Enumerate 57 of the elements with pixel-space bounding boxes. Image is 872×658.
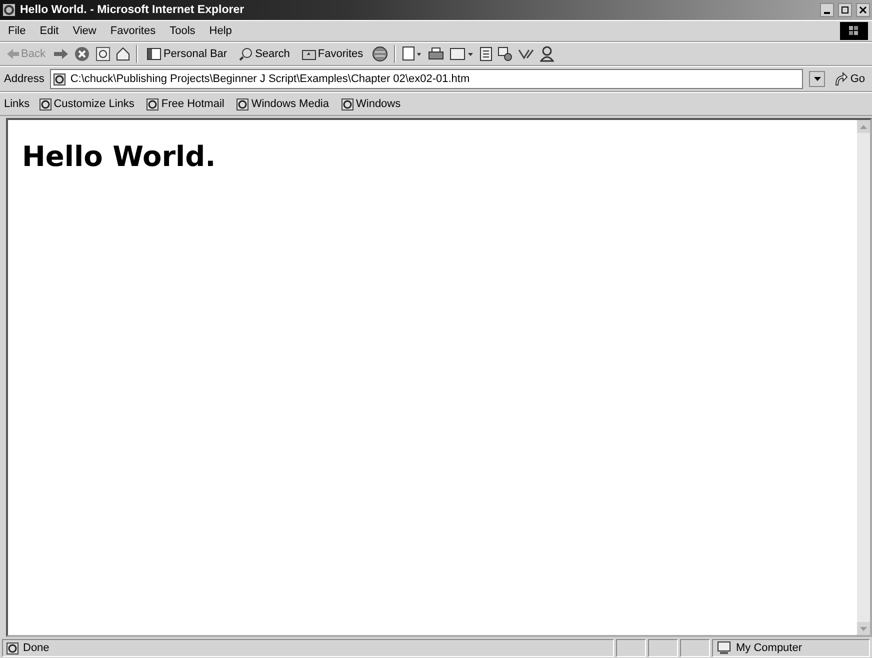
page-icon	[146, 98, 160, 110]
link-button[interactable]: Windows Media	[233, 98, 332, 110]
menu-item[interactable]: View	[68, 25, 100, 37]
close-icon	[859, 6, 867, 14]
page-icon	[341, 98, 354, 110]
up-arrow-icon	[860, 124, 867, 128]
document-icon[interactable]	[480, 47, 492, 61]
page-heading: Hello World.	[22, 140, 217, 173]
dropdown-button[interactable]	[809, 71, 826, 87]
links-label: Links	[4, 98, 30, 110]
favorites-button[interactable]: Favorites	[298, 48, 366, 60]
status-text: Done	[23, 642, 50, 654]
folder-icon	[302, 48, 316, 60]
person-icon[interactable]	[540, 46, 554, 62]
print-icon[interactable]	[428, 47, 444, 61]
globe-icon[interactable]	[372, 46, 388, 62]
zone-text: My Computer	[736, 642, 802, 654]
panel-icon	[147, 48, 162, 60]
caret-icon	[814, 77, 821, 81]
down-arrow-icon	[860, 626, 867, 630]
go-button[interactable]: Go	[831, 72, 868, 86]
page-icon	[6, 642, 19, 654]
window-title: Hello World. - Microsoft Internet Explorer	[20, 4, 246, 16]
minimize-button[interactable]	[820, 3, 834, 17]
home-icon[interactable]	[116, 47, 130, 61]
maximize-icon	[841, 6, 849, 14]
forward-arrow-icon[interactable]	[54, 49, 68, 59]
address-field[interactable]: C:\chuck\Publishing Projects\Beginner J Script\Examples\Chapter 02\ex02-01.htm	[50, 69, 804, 89]
back-arrow-icon	[7, 49, 19, 59]
address-label: Address	[4, 73, 44, 85]
stop-icon	[74, 46, 90, 62]
link-button[interactable]: Windows	[338, 98, 404, 110]
menu-item[interactable]: Favorites	[106, 25, 160, 37]
windows-logo-icon	[840, 22, 868, 40]
menu-item[interactable]: Edit	[36, 25, 63, 37]
status-pane	[648, 639, 678, 657]
close-button[interactable]	[856, 3, 870, 17]
computer-icon	[716, 641, 732, 655]
maximize-button[interactable]	[838, 3, 852, 17]
menu-item[interactable]: File	[4, 25, 30, 37]
menu-item[interactable]: Tools	[166, 25, 200, 37]
link-button[interactable]: Free Hotmail	[143, 98, 228, 110]
browser-icon	[2, 3, 16, 17]
discuss-icon[interactable]	[498, 47, 512, 61]
page-icon	[236, 98, 250, 110]
link-button[interactable]: Customize Links	[36, 98, 138, 110]
menu-item[interactable]: Help	[205, 25, 236, 37]
arrow-icon	[834, 72, 848, 86]
page-icon	[38, 98, 52, 110]
personal-bar-button[interactable]: Personal Bar	[144, 48, 230, 60]
status-pane	[616, 639, 646, 657]
refresh-icon[interactable]	[96, 47, 110, 61]
search-icon	[239, 47, 254, 61]
page-icon	[53, 72, 66, 86]
search-button[interactable]: Search	[236, 47, 293, 61]
scrollbar[interactable]	[857, 120, 870, 635]
status-pane	[680, 639, 710, 657]
